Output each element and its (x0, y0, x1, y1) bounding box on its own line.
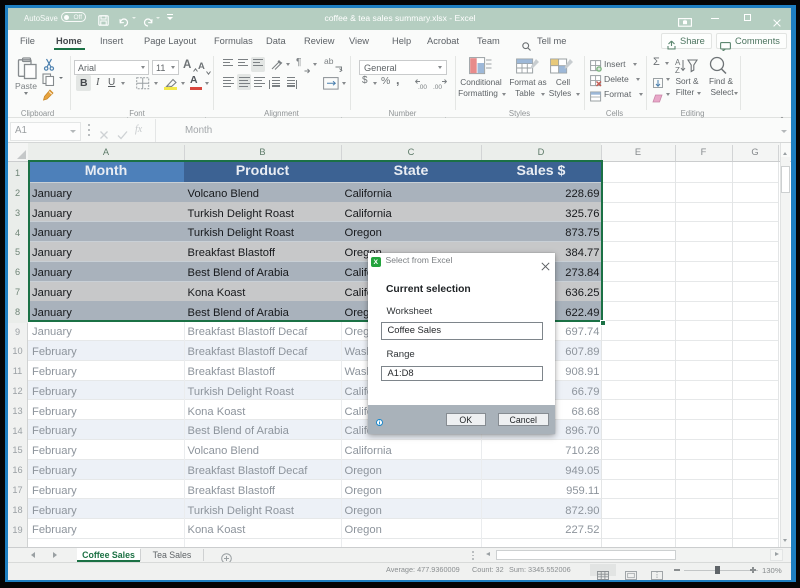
svg-text:.00: .00 (418, 84, 427, 90)
svg-text:Z: Z (675, 66, 680, 74)
svg-text:.00: .00 (433, 84, 442, 90)
